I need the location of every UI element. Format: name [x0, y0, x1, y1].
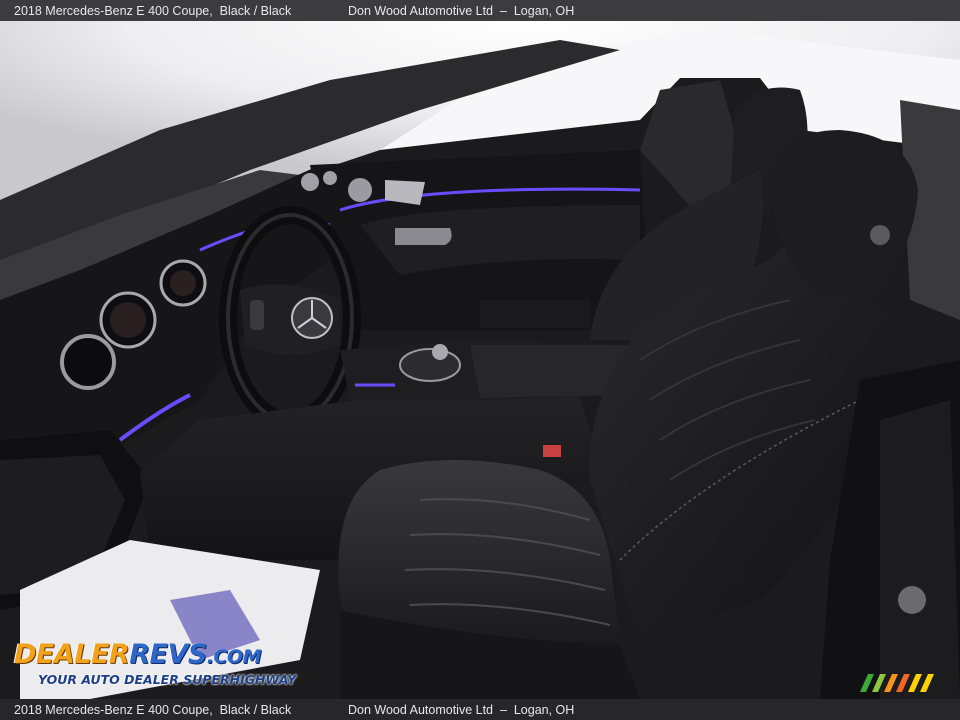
footer-vehicle-title: 2018 Mercedes-Benz E 400 Coupe, Black / … [14, 702, 292, 717]
watermark-brand-dealer: DEALER [14, 639, 130, 670]
watermark-brand-revs: REVS [129, 639, 207, 670]
top-caption-bar: 2018 Mercedes-Benz E 400 Coupe, Black / … [0, 0, 960, 21]
interior-photo [0, 21, 960, 699]
dealer-name: Don Wood Automotive Ltd – Logan, OH [348, 3, 575, 18]
bottom-caption-bar: 2018 Mercedes-Benz E 400 Coupe, Black / … [0, 699, 960, 720]
dealer-revs-stripes-icon [860, 674, 934, 692]
vehicle-title: 2018 Mercedes-Benz E 400 Coupe, Black / … [14, 3, 292, 18]
watermark-tagline: YOUR AUTO DEALER SUPERHIGHWAY [38, 672, 297, 687]
dealer-revs-watermark: DEALERREVS.COM YOUR AUTO DEALER SUPERHIG… [14, 640, 297, 688]
watermark-brand-com: .COM [206, 646, 262, 668]
footer-dealer-name: Don Wood Automotive Ltd – Logan, OH [348, 702, 575, 717]
watermark-logo: DEALERREVS.COM [14, 640, 296, 672]
